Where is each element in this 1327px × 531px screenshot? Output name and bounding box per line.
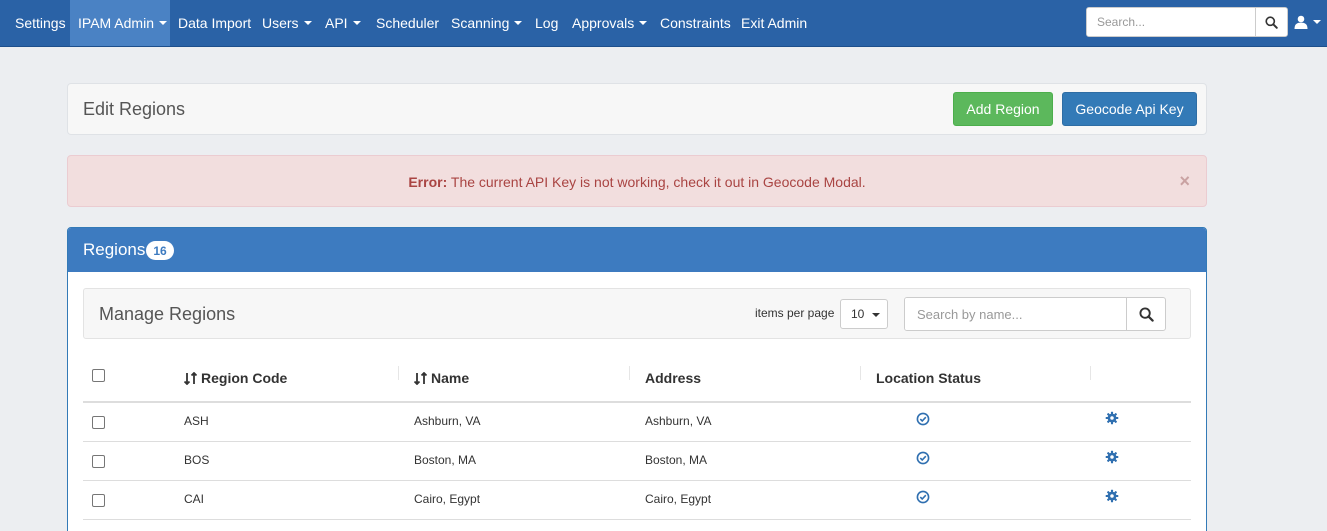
nav-scheduler[interactable]: Scheduler (368, 0, 447, 46)
region-search (904, 297, 1166, 331)
column-header-location-status: Location Status (876, 370, 982, 386)
caret-down-icon (159, 21, 167, 25)
alert-prefix: Error: (408, 174, 448, 190)
nav-exit-admin-label: Exit Admin (741, 15, 808, 31)
column-divider (629, 366, 630, 380)
nav-api-label: API (325, 15, 348, 31)
items-per-page-label: items per page (755, 306, 835, 320)
region-address-cell: Ashburn, VA (645, 414, 712, 428)
regions-count-badge: 16 (146, 241, 174, 260)
column-divider (1090, 366, 1091, 380)
caret-down-icon (639, 21, 648, 25)
region-search-button[interactable] (1126, 298, 1165, 330)
regions-panel: Regions 16 Manage Regions items per page… (67, 227, 1207, 531)
region-code-cell: CAI (184, 492, 205, 506)
nav-constraints[interactable]: Constraints (652, 0, 739, 46)
nav-data-import[interactable]: Data Import (170, 0, 259, 46)
edit-regions-header: Edit Regions Add Region Geocode Api Key (67, 83, 1207, 135)
geocode-api-key-button[interactable]: Geocode Api Key (1062, 92, 1197, 126)
nav-constraints-label: Constraints (660, 15, 731, 31)
sort-icon (184, 372, 197, 385)
nav-api[interactable]: API (317, 0, 369, 46)
nav-approvals-label: Approvals (572, 15, 635, 31)
manage-regions-title: Manage Regions (99, 304, 236, 324)
nav-settings[interactable]: Settings (7, 0, 74, 46)
caret-down-icon (352, 21, 361, 25)
nav-ipam-admin-label: IPAM Admin (78, 15, 154, 31)
nav-ipam-admin[interactable]: IPAM Admin (70, 0, 170, 46)
nav-log[interactable]: Log (527, 0, 566, 46)
regions-panel-heading: Regions 16 (68, 228, 1206, 272)
region-name-cell: Cairo, Egypt (414, 492, 481, 506)
row-checkbox[interactable] (92, 455, 105, 468)
column-label: Region Code (201, 370, 288, 386)
region-code-cell: ASH (184, 414, 209, 428)
table-row: BOS Boston, MA Boston, MA (83, 442, 1191, 481)
caret-down-icon (872, 313, 880, 317)
close-icon[interactable]: × (1179, 172, 1190, 190)
global-search-button[interactable] (1255, 8, 1287, 36)
table-row: CAI Cairo, Egypt Cairo, Egypt (83, 481, 1191, 520)
region-name-cell: Ashburn, VA (414, 414, 481, 428)
nav-scanning[interactable]: Scanning (443, 0, 530, 46)
top-navbar: Settings IPAM Admin Data Import Users AP… (0, 0, 1327, 47)
nav-approvals[interactable]: Approvals (564, 0, 655, 46)
gear-icon[interactable] (1105, 489, 1119, 503)
table-header: Region Code Name Address Location Status (83, 358, 1191, 403)
caret-down-icon (1313, 20, 1321, 24)
check-circle-icon (916, 412, 930, 426)
nav-users[interactable]: Users (254, 0, 320, 46)
check-circle-icon (916, 451, 930, 465)
alert-message: Error: The current API Key is not workin… (68, 174, 1206, 190)
nav-scheduler-label: Scheduler (376, 15, 440, 31)
region-code-cell: BOS (184, 453, 210, 467)
column-header-region-code[interactable]: Region Code (184, 370, 287, 386)
region-search-input[interactable] (905, 298, 1126, 330)
nav-data-import-label: Data Import (178, 15, 252, 31)
sort-icon (414, 372, 427, 385)
region-address-cell: Cairo, Egypt (645, 492, 712, 506)
region-name-cell: Boston, MA (414, 453, 477, 467)
gear-icon[interactable] (1105, 450, 1119, 464)
manage-regions-toolbar: Manage Regions items per page 10 (83, 288, 1191, 339)
column-divider (398, 366, 399, 380)
user-menu[interactable] (1294, 12, 1321, 32)
global-search-input[interactable] (1087, 8, 1255, 36)
column-divider (860, 366, 861, 380)
regions-title: Regions (83, 240, 146, 259)
caret-down-icon (514, 21, 523, 25)
select-all-checkbox[interactable] (92, 369, 105, 382)
caret-down-icon (303, 21, 312, 25)
gear-icon[interactable] (1105, 411, 1119, 425)
column-label: Name (431, 370, 470, 386)
alert-body: The current API Key is not working, chec… (447, 174, 866, 190)
column-header-address: Address (645, 370, 702, 386)
search-icon (1138, 306, 1154, 322)
items-per-page-value: 10 (851, 307, 865, 321)
table-row: ASH Ashburn, VA Ashburn, VA (83, 403, 1191, 442)
check-circle-icon (916, 490, 930, 504)
row-checkbox[interactable] (92, 416, 105, 429)
global-search (1086, 7, 1288, 37)
add-region-button[interactable]: Add Region (953, 92, 1053, 126)
nav-settings-label: Settings (15, 15, 66, 31)
nav-log-label: Log (535, 15, 559, 31)
nav-users-label: Users (262, 15, 299, 31)
region-address-cell: Boston, MA (645, 453, 708, 467)
nav-scanning-label: Scanning (451, 15, 510, 31)
items-per-page-select[interactable]: 10 (840, 299, 888, 329)
page-title: Edit Regions (83, 99, 186, 119)
nav-exit-admin[interactable]: Exit Admin (733, 0, 815, 46)
error-alert: Error: The current API Key is not workin… (67, 155, 1207, 207)
search-icon (1265, 15, 1278, 29)
user-icon (1294, 15, 1308, 29)
row-checkbox[interactable] (92, 494, 105, 507)
column-header-name[interactable]: Name (414, 370, 469, 386)
